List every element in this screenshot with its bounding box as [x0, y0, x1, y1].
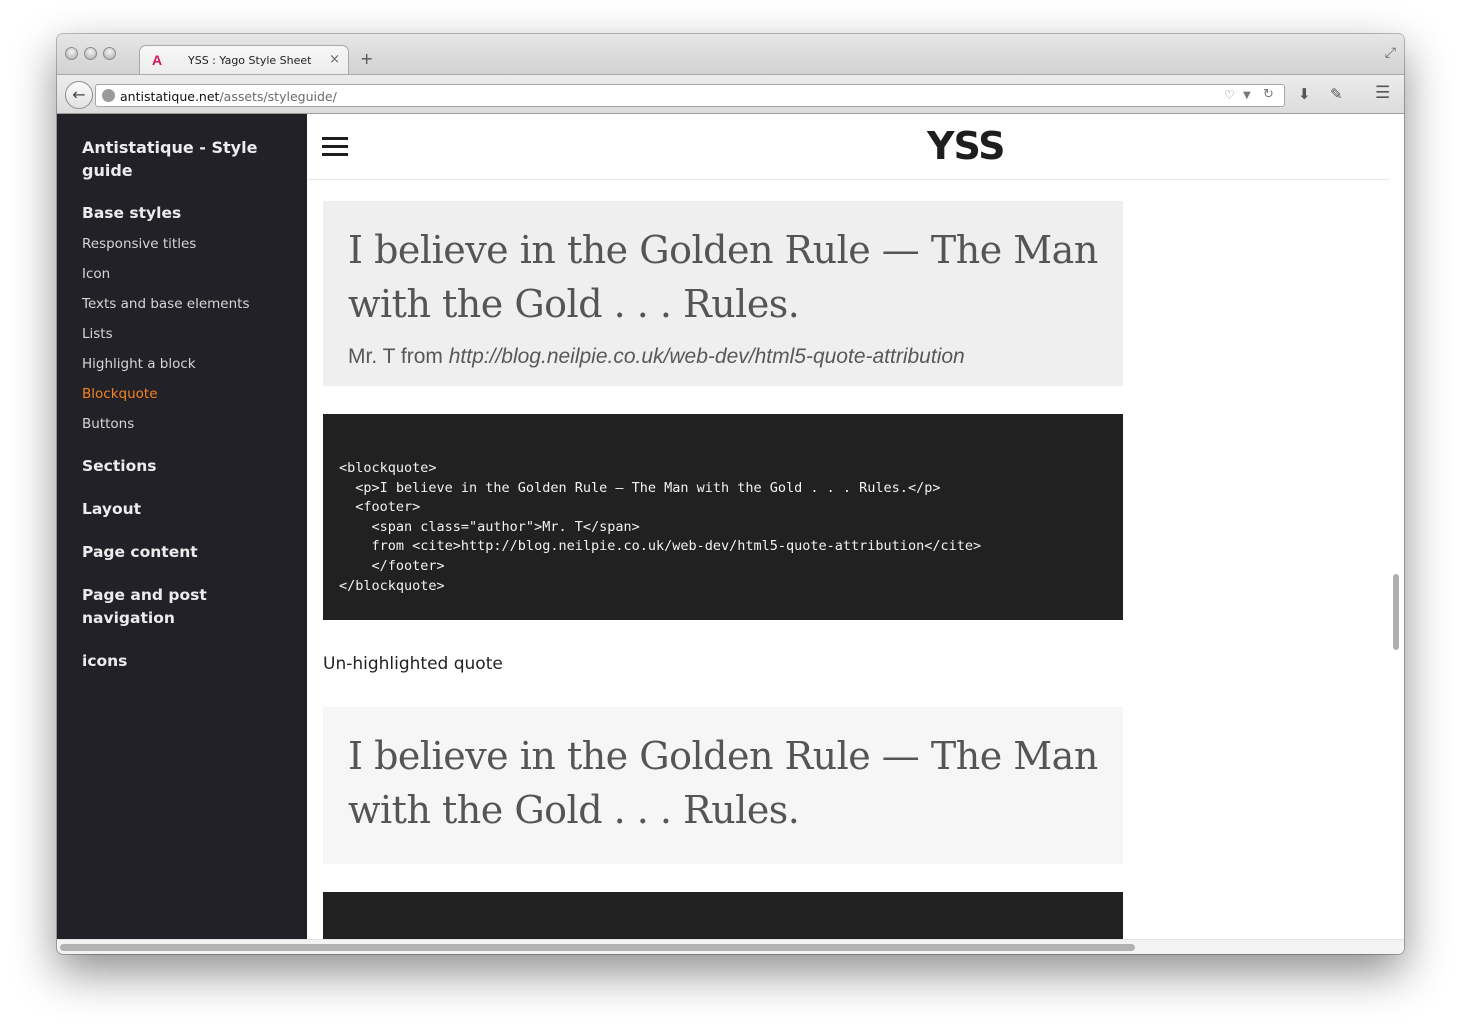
close-window-button[interactable]	[65, 47, 78, 60]
site-logo[interactable]: YSS	[927, 124, 1006, 168]
reload-icon[interactable]: ↻	[1263, 87, 1274, 102]
tab-bar: A YSS : Yago Style Sheet × + ⤢	[57, 34, 1404, 75]
sidebar-item-blockquote[interactable]: Blockquote	[82, 386, 158, 402]
quote-from: from	[395, 345, 449, 368]
address-bar[interactable]: antistatique.net/assets/styleguide/ ♡ ▼ …	[95, 84, 1285, 107]
sidebar-item-lists[interactable]: Lists	[82, 326, 113, 342]
vertical-scrollbar[interactable]	[1393, 574, 1399, 650]
sidebar-item-buttons[interactable]: Buttons	[82, 416, 134, 432]
sidebar-section-sections[interactable]: Sections	[82, 455, 282, 478]
globe-icon	[102, 89, 115, 102]
url-domain: antistatique.net	[120, 89, 220, 104]
tab-close-icon[interactable]: ×	[329, 52, 340, 67]
page-viewport: Antistatique - Style guide Base styles R…	[57, 114, 1404, 954]
horizontal-scrollbar-track	[57, 939, 1404, 954]
url-path: /assets/styleguide/	[219, 89, 337, 104]
quote-text: I believe in the Golden Rule — The Man w…	[348, 228, 1098, 326]
download-icon[interactable]: ⬇	[1298, 85, 1311, 103]
quote-footer: Mr. T from http://blog.neilpie.co.uk/web…	[348, 345, 1098, 369]
sidebar-section-page-content[interactable]: Page content	[82, 541, 282, 564]
quote-text-2: I believe in the Golden Rule — The Man w…	[348, 734, 1098, 832]
sidebar-section-icons[interactable]: icons	[82, 650, 282, 673]
url-text[interactable]: antistatique.net/assets/styleguide/	[120, 89, 337, 104]
horizontal-scrollbar[interactable]	[60, 944, 1135, 951]
minimize-window-button[interactable]	[84, 47, 97, 60]
site-favicon-icon: A	[152, 52, 163, 68]
site-header: YSS	[307, 114, 1389, 180]
highlighted-blockquote: I believe in the Golden Rule — The Man w…	[323, 201, 1123, 386]
new-tab-button[interactable]: +	[360, 49, 373, 68]
hamburger-menu-icon[interactable]	[322, 137, 348, 157]
sidebar-item-responsive-titles[interactable]: Responsive titles	[82, 236, 196, 252]
browser-window: A YSS : Yago Style Sheet × + ⤢ ← antista…	[57, 34, 1404, 954]
tools-icon[interactable]: ✎	[1330, 85, 1343, 103]
quote-author: Mr. T	[348, 345, 396, 368]
section-label: Un-highlighted quote	[323, 654, 503, 674]
navigation-toolbar: ← antistatique.net/assets/styleguide/ ♡ …	[57, 74, 1404, 114]
sidebar-section-page-and-post-navigation[interactable]: Page and post navigation	[82, 584, 232, 630]
code-sample: <blockquote> <p>I believe in the Golden …	[323, 414, 1123, 620]
tab-title: YSS : Yago Style Sheet	[188, 54, 312, 67]
sidebar-item-icon[interactable]: Icon	[82, 266, 110, 282]
browser-tab[interactable]: A YSS : Yago Style Sheet ×	[139, 45, 349, 75]
quote-cite: http://blog.neilpie.co.uk/web-dev/html5-…	[448, 345, 965, 368]
pocket-icon[interactable]: ♡	[1224, 88, 1235, 102]
zoom-window-button[interactable]	[103, 47, 116, 60]
sidebar-brand[interactable]: Antistatique - Style guide	[82, 136, 282, 182]
styleguide-sidebar: Antistatique - Style guide Base styles R…	[57, 114, 307, 954]
unhighlighted-blockquote: I believe in the Golden Rule — The Man w…	[323, 707, 1123, 864]
back-button[interactable]: ←	[65, 81, 93, 109]
sidebar-section-base-styles[interactable]: Base styles	[82, 202, 282, 225]
fullscreen-icon[interactable]: ⤢	[1385, 45, 1396, 61]
sidebar-item-highlight-a-block[interactable]: Highlight a block	[82, 356, 196, 372]
sidebar-item-texts-and-base-elements[interactable]: Texts and base elements	[82, 296, 250, 312]
back-arrow-icon: ←	[72, 85, 86, 104]
menu-icon[interactable]: ☰	[1375, 83, 1390, 103]
sidebar-section-layout[interactable]: Layout	[82, 498, 282, 521]
dropdown-icon[interactable]: ▼	[1243, 90, 1251, 101]
